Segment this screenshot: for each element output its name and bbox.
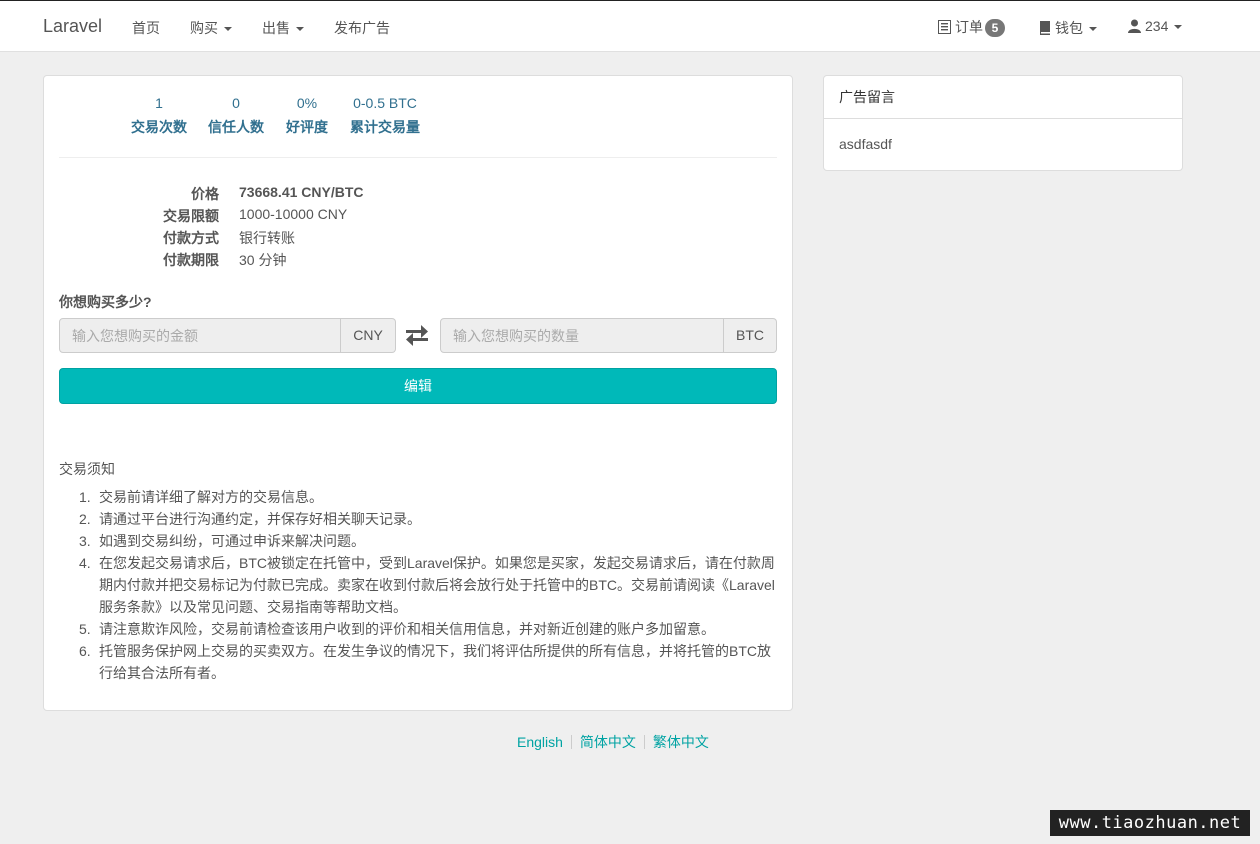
list-item: 3. 如遇到交易纠纷，可通过申诉来解决问题。 (79, 533, 365, 549)
list-alt-icon (938, 20, 951, 34)
nav-user-dropdown[interactable]: 234 (1128, 18, 1183, 34)
stat-volume-label: 累计交易量 (350, 119, 420, 135)
stat-rating-label: 好评度 (286, 119, 328, 135)
buy-question: 你想购买多少? (59, 294, 152, 310)
nav-user-label: 234 (1145, 18, 1169, 34)
period-label: 付款期限 (163, 252, 219, 268)
caret-down-icon (224, 27, 232, 32)
stat-trusted-value: 0 (232, 95, 240, 111)
list-item: 5. 请注意欺诈风险，交易前请检查该用户收到的评价和相关信用信息，并对新近创建的账… (79, 621, 715, 637)
ad-detail-panel: 1 交易次数 0 信任人数 0% 好评度 0-0.5 BTC 累计交易量 价格 … (43, 75, 793, 711)
quantity-input[interactable] (440, 318, 724, 353)
amount-input[interactable] (59, 318, 341, 353)
nav-home[interactable]: 首页 (132, 18, 160, 38)
user-icon (1128, 19, 1141, 33)
caret-down-icon (1174, 25, 1183, 30)
ad-message-title: 广告留言 (824, 76, 1182, 119)
period-value: 30 分钟 (239, 252, 287, 268)
language-switcher: English 简体中文 繁体中文 (517, 732, 709, 752)
payment-value: 银行转账 (239, 230, 295, 246)
quantity-unit: BTC (724, 318, 777, 353)
caret-down-icon (296, 27, 304, 32)
list-item: 1. 交易前请详细了解对方的交易信息。 (79, 489, 323, 505)
nav-wallet-label: 钱包 (1055, 20, 1083, 36)
separator (643, 735, 645, 749)
limit-label: 交易限额 (163, 208, 219, 224)
edit-button[interactable]: 编辑 (59, 368, 777, 404)
divider (59, 157, 777, 158)
amount-unit: CNY (341, 318, 396, 353)
price-value: 73668.41 CNY/BTC (239, 184, 364, 200)
stat-trusted-label: 信任人数 (208, 119, 264, 135)
stat-trades: 1 交易次数 (129, 95, 189, 137)
nav-sell-dropdown[interactable]: 出售 (262, 18, 304, 38)
orders-count-badge: 5 (985, 19, 1005, 37)
top-navbar: Laravel 首页 购买 出售 发布广告 订单 5 钱包 234 (0, 0, 1260, 52)
payment-label: 付款方式 (163, 230, 219, 246)
caret-down-icon (1089, 27, 1097, 32)
stat-volume: 0-0.5 BTC 累计交易量 (347, 95, 423, 137)
notice-list: 1. 交易前请详细了解对方的交易信息。 2. 请通过平台进行沟通约定，并保存好相关聊… (59, 486, 779, 684)
separator (570, 735, 572, 749)
ad-message-body: asdfasdf (839, 136, 892, 152)
limit-value: 1000-10000 CNY (239, 206, 348, 222)
swap-icon[interactable] (404, 323, 430, 347)
ad-message-panel: 广告留言 asdfasdf (823, 75, 1183, 171)
nav-buy-dropdown[interactable]: 购买 (190, 18, 232, 38)
nav-post-ad[interactable]: 发布广告 (334, 18, 390, 38)
brand-link[interactable]: Laravel (43, 16, 102, 37)
stat-rating: 0% 好评度 (282, 95, 332, 137)
nav-buy-label: 购买 (190, 20, 218, 36)
nav-orders[interactable]: 订单 5 (938, 17, 1005, 37)
list-item: 6. 托管服务保护网上交易的买卖双方。在发生争议的情况下，我们将评估所提供的所有信… (79, 643, 771, 681)
stat-rating-value: 0% (296, 95, 318, 111)
notice-title: 交易须知 (59, 461, 115, 477)
stat-trusted: 0 信任人数 (206, 95, 266, 137)
price-label: 价格 (191, 186, 219, 202)
book-icon (1040, 21, 1050, 35)
watermark: www.tiaozhuan.net (1050, 810, 1250, 836)
stat-trades-label: 交易次数 (131, 119, 187, 135)
list-item: 4. 在您发起交易请求后，BTC被锁定在托管中，受到Laravel保护。如果您是买… (79, 555, 775, 615)
nav-orders-label: 订单 (955, 19, 983, 35)
lang-english-link[interactable]: English (517, 734, 563, 750)
stat-volume-value: 0-0.5 BTC (353, 95, 417, 111)
list-item: 2. 请通过平台进行沟通约定，并保存好相关聊天记录。 (79, 511, 421, 527)
nav-sell-label: 出售 (262, 20, 290, 36)
nav-wallet-dropdown[interactable]: 钱包 (1039, 18, 1097, 38)
stat-trades-value: 1 (155, 95, 163, 111)
lang-simplified-link[interactable]: 简体中文 (580, 734, 636, 750)
lang-traditional-link[interactable]: 繁体中文 (653, 734, 709, 750)
